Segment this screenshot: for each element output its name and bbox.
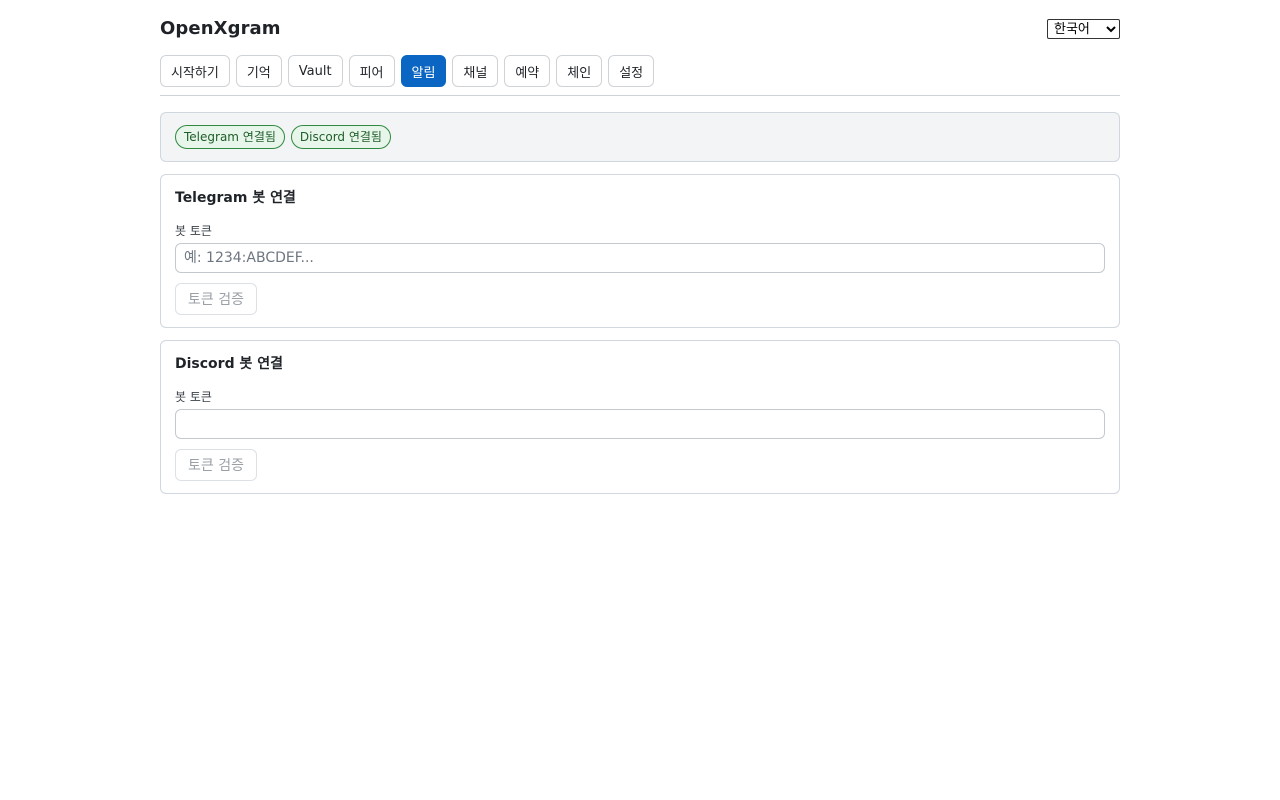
app-title: OpenXgram: [160, 18, 281, 39]
discord-verify-button[interactable]: 토큰 검증: [175, 449, 257, 481]
nav-divider: [160, 95, 1120, 96]
telegram-bot-card: Telegram 봇 연결 봇 토큰 토큰 검증: [160, 174, 1120, 328]
tab-memory[interactable]: 기억: [235, 55, 282, 87]
language-select[interactable]: 한국어: [1047, 19, 1120, 39]
tab-chain[interactable]: 체인: [556, 55, 603, 87]
tab-peers[interactable]: 피어: [348, 55, 395, 87]
telegram-status-badge: Telegram 연결됨: [175, 125, 285, 149]
app-header: OpenXgram 한국어: [160, 0, 1120, 55]
discord-token-input[interactable]: [175, 409, 1105, 439]
telegram-token-input[interactable]: [175, 243, 1105, 273]
telegram-card-title: Telegram 봇 연결: [175, 190, 296, 206]
tab-getting-started[interactable]: 시작하기: [160, 55, 230, 87]
app-container: OpenXgram 한국어 시작하기 기억 Vault 피어 알림 채널 예약 …: [160, 0, 1120, 494]
tab-channels[interactable]: 채널: [452, 55, 499, 87]
telegram-verify-button[interactable]: 토큰 검증: [175, 283, 257, 315]
tab-notifications[interactable]: 알림: [400, 55, 447, 87]
main-nav: 시작하기 기억 Vault 피어 알림 채널 예약 체인 설정: [160, 55, 1120, 87]
discord-bot-card: Discord 봇 연결 봇 토큰 토큰 검증: [160, 340, 1120, 494]
tab-settings[interactable]: 설정: [608, 55, 655, 87]
tab-vault[interactable]: Vault: [287, 55, 343, 87]
discord-status-badge: Discord 연결됨: [290, 125, 391, 149]
tab-schedule[interactable]: 예약: [504, 55, 551, 87]
discord-card-title: Discord 봇 연결: [175, 356, 283, 372]
connection-status-bar: Telegram 연결됨 Discord 연결됨: [160, 112, 1120, 162]
discord-token-label: 봇 토큰: [175, 390, 212, 404]
telegram-token-label: 봇 토큰: [175, 224, 212, 238]
